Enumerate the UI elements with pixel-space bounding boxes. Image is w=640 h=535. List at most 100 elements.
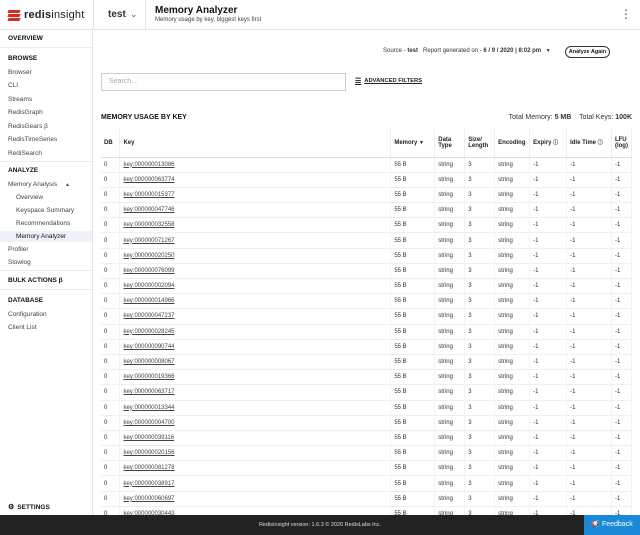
- caret-down-icon[interactable]: ▼: [546, 48, 551, 54]
- sidebar-item-redistimeseries[interactable]: RedisTimeSeries: [0, 136, 57, 143]
- table-row[interactable]: 0 key:000000038917 55 Bstring 3 string -1 -1 -1: [101, 475, 633, 492]
- cell-key[interactable]: key:000000038917: [119, 475, 392, 492]
- cell-key[interactable]: key:000000060697: [119, 491, 392, 507]
- column-header-db[interactable]: DB: [101, 129, 121, 158]
- sidebar-item-browser[interactable]: Browser: [0, 69, 32, 76]
- column-header-memory[interactable]: Memory ▼: [390, 129, 436, 158]
- column-header-size-length[interactable]: Size/ Length: [464, 129, 496, 158]
- table-row[interactable]: 0 key:000000014966 55 Bstring 3 string -1 -1 -1: [101, 293, 633, 310]
- cell-key[interactable]: key:000000008067: [119, 354, 392, 371]
- key-link[interactable]: key:000000028245: [123, 329, 174, 335]
- more-options-icon[interactable]: ⋮: [620, 8, 632, 20]
- sidebar-item-bulk-actions[interactable]: BULK ACTIONS β: [0, 277, 63, 284]
- sidebar-item-overview-sub[interactable]: Overview: [0, 194, 43, 201]
- key-link[interactable]: key:000000020250: [123, 253, 174, 259]
- column-header-expiry[interactable]: Expiry ⓘ: [529, 129, 568, 158]
- key-link[interactable]: key:000000008067: [123, 359, 174, 365]
- key-link[interactable]: key:000000060697: [123, 496, 174, 502]
- cell-key[interactable]: key:000000071267: [119, 232, 392, 249]
- column-header-key[interactable]: Key: [119, 129, 392, 158]
- cell-key[interactable]: key:000000076099: [119, 263, 392, 280]
- key-link[interactable]: key:000000020156: [123, 450, 174, 456]
- key-link[interactable]: key:000000019366: [123, 374, 174, 380]
- feedback-button[interactable]: 📢 Feedback: [584, 515, 640, 535]
- cell-key[interactable]: key:000000039116: [119, 430, 392, 447]
- cell-key[interactable]: key:000000013344: [119, 400, 392, 416]
- cell-key[interactable]: key:000000020250: [119, 248, 392, 264]
- table-row[interactable]: 0 key:000000008067 55 Bstring 3 string -1 -1 -1: [101, 354, 633, 371]
- report-date-selector[interactable]: 6 / 9 / 2020 | 8:02 pm: [483, 48, 541, 54]
- table-row[interactable]: 0 key:000000076099 55 Bstring 3 string -1 -1 -1: [101, 263, 633, 280]
- key-link[interactable]: key:000000063717: [123, 389, 174, 395]
- table-row[interactable]: 0 key:000000019366 55 Bstring 3 string -1 -1 -1: [101, 369, 633, 386]
- cell-key[interactable]: key:000000002094: [119, 278, 392, 295]
- table-row[interactable]: 0 key:000000013086 55 Bstring 3 string -1 -1 -1: [101, 157, 633, 173]
- cell-key[interactable]: key:000000019366: [119, 369, 392, 386]
- sidebar-item-configuration[interactable]: Configuration: [0, 311, 47, 318]
- key-link[interactable]: key:000000002094: [123, 283, 174, 289]
- key-link[interactable]: key:000000013344: [123, 405, 174, 411]
- column-header-idle-time[interactable]: Idle Time ⓘ: [566, 129, 612, 158]
- key-link[interactable]: key:000000014966: [123, 298, 174, 304]
- sidebar-item-recommendations[interactable]: Recommendations: [0, 220, 70, 227]
- redisinsight-logo[interactable]: redisinsight: [7, 9, 85, 21]
- key-link[interactable]: key:000000047746: [123, 207, 174, 213]
- sidebar-item-profiler[interactable]: Profiler: [0, 246, 29, 253]
- table-row[interactable]: 0 key:000000028245 55 Bstring 3 string -1 -1 -1: [101, 324, 633, 340]
- table-row[interactable]: 0 key:000000020156 55 Bstring 3 string -1 -1 -1: [101, 445, 633, 462]
- cell-key[interactable]: key:000000015377: [119, 187, 392, 204]
- sidebar-item-keyspace-summary[interactable]: Keyspace Summary: [0, 207, 74, 214]
- cell-key[interactable]: key:000000004700: [119, 415, 392, 431]
- sidebar-item-client-list[interactable]: Client List: [0, 324, 37, 331]
- column-header-lfu[interactable]: LFU (log): [611, 129, 633, 158]
- cell-key[interactable]: key:000000090744: [119, 339, 392, 355]
- table-row[interactable]: 0 key:000000081278 55 Bstring 3 string -1 -1 -1: [101, 460, 633, 477]
- table-row[interactable]: 0 key:000000015377 55 Bstring 3 string -1 -1 -1: [101, 187, 633, 204]
- table-row[interactable]: 0 key:000000047746 55 Bstring 3 string -1 -1 -1: [101, 202, 633, 219]
- cell-key[interactable]: key:000000081278: [119, 460, 392, 477]
- key-link[interactable]: key:000000063774: [123, 177, 174, 183]
- key-link[interactable]: key:000000081278: [123, 465, 174, 471]
- cell-key[interactable]: key:000000014966: [119, 293, 392, 310]
- cell-key[interactable]: key:000000047237: [119, 308, 392, 325]
- search-input[interactable]: Search...: [101, 73, 346, 91]
- cell-key[interactable]: key:000000020156: [119, 445, 392, 462]
- table-row[interactable]: 0 key:000000039116 55 Bstring 3 string -1 -1 -1: [101, 430, 633, 447]
- cell-key[interactable]: key:000000047746: [119, 202, 392, 219]
- table-row[interactable]: 0 key:000000030443 55 Bstring 3 string -1 -1 -1: [101, 506, 633, 515]
- sidebar-item-memory-analysis[interactable]: Memory Analysis ▲: [0, 181, 70, 188]
- key-link[interactable]: key:000000047237: [123, 313, 174, 319]
- key-link[interactable]: key:000000076099: [123, 268, 174, 274]
- database-selector[interactable]: test: [108, 9, 126, 20]
- sidebar-item-redisgraph[interactable]: RedisGraph: [0, 109, 43, 116]
- settings-button[interactable]: ⚙ SETTINGS: [8, 503, 50, 512]
- column-header-data-type[interactable]: Data Type: [434, 129, 466, 158]
- sidebar-item-cli[interactable]: CLI: [0, 82, 18, 89]
- table-row[interactable]: 0 key:000000047237 55 Bstring 3 string -1 -1 -1: [101, 308, 633, 325]
- cell-key[interactable]: key:000000013086: [119, 157, 392, 173]
- key-link[interactable]: key:000000039116: [123, 435, 174, 441]
- sidebar-item-redisgears[interactable]: RedisGears β: [0, 123, 48, 130]
- cell-key[interactable]: key:000000030443: [119, 506, 392, 515]
- key-link[interactable]: key:000000090744: [123, 344, 174, 350]
- table-row[interactable]: 0 key:000000002094 55 Bstring 3 string -1 -1 -1: [101, 278, 633, 295]
- table-row[interactable]: 0 key:000000020250 55 Bstring 3 string -1 -1 -1: [101, 248, 633, 264]
- table-row[interactable]: 0 key:000000071267 55 Bstring 3 string -1 -1 -1: [101, 232, 633, 249]
- table-row[interactable]: 0 key:000000090744 55 Bstring 3 string -1 -1 -1: [101, 339, 633, 355]
- table-row[interactable]: 0 key:000000060697 55 Bstring 3 string -1 -1 -1: [101, 491, 633, 507]
- table-row[interactable]: 0 key:000000032558 55 Bstring 3 string -1 -1 -1: [101, 217, 633, 234]
- key-link[interactable]: key:000000032558: [123, 222, 174, 228]
- sidebar-item-memory-analyzer[interactable]: Memory Analyzer: [0, 231, 92, 242]
- cell-key[interactable]: key:000000063717: [119, 384, 392, 401]
- sidebar-item-overview[interactable]: OVERVIEW: [0, 35, 43, 42]
- column-header-encoding[interactable]: Encoding: [494, 129, 531, 158]
- key-link[interactable]: key:000000015377: [123, 192, 174, 198]
- table-row[interactable]: 0 key:000000013344 55 Bstring 3 string -1 -1 -1: [101, 400, 633, 416]
- cell-key[interactable]: key:000000032558: [119, 217, 392, 234]
- table-row[interactable]: 0 key:000000063717 55 Bstring 3 string -1 -1 -1: [101, 384, 633, 401]
- key-link[interactable]: key:000000004700: [123, 420, 174, 426]
- cell-key[interactable]: key:000000028245: [119, 324, 392, 340]
- key-link[interactable]: key:000000038917: [123, 481, 174, 487]
- sidebar-item-redisearch[interactable]: RediSearch: [0, 150, 42, 157]
- sidebar-item-slowlog[interactable]: Slowlog: [0, 259, 31, 266]
